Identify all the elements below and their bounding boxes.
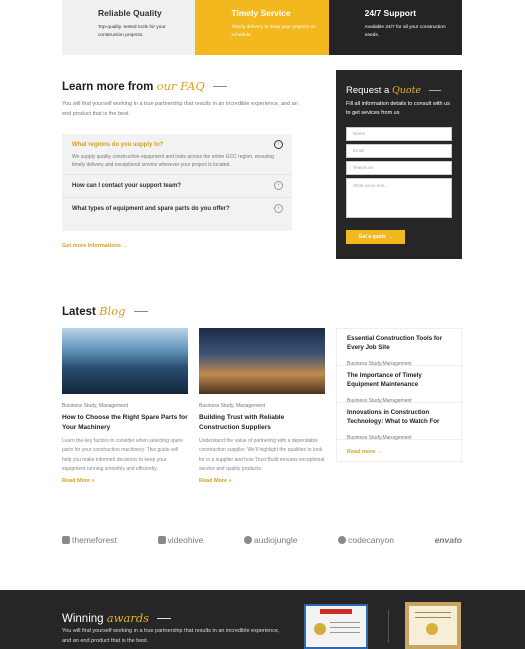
seal-icon <box>314 623 326 635</box>
blog-post-card[interactable]: Business Study, Management Building Trus… <box>199 328 325 484</box>
read-more-link[interactable]: Read More » <box>199 478 325 484</box>
faq-answer: We supply quality construction equipment… <box>72 154 274 168</box>
faq-heading-accent: our FAQ <box>156 79 205 93</box>
logo-text: envato <box>434 535 462 545</box>
certificate-inner <box>409 606 457 645</box>
themeforest-icon <box>62 536 70 544</box>
blog-post-image[interactable] <box>199 328 325 394</box>
feature-title: 24/7 Support <box>364 8 417 18</box>
recent-post-item[interactable]: Innovations in Construction Technology: … <box>337 403 461 441</box>
certificate-line <box>330 632 360 633</box>
feature-support: 24/7 Support Available 24/7 for all your… <box>328 0 462 55</box>
blog-post-category: Business Study, Management <box>62 403 129 409</box>
partner-logos: themeforest videohive audiojungle codeca… <box>62 535 462 545</box>
chevron-right-icon[interactable]: › <box>274 181 283 190</box>
recent-posts-list: Essential Construction Tools for Every J… <box>336 328 462 462</box>
faq-accordion: What regions do you supply to? ↑ We supp… <box>62 134 292 231</box>
heading-dash <box>213 86 227 88</box>
faq-item[interactable]: How can I contact your support team? › <box>62 174 292 197</box>
name-field[interactable]: Name <box>346 127 452 141</box>
features-strip: Reliable Quality Top-quality, tested too… <box>62 0 462 55</box>
feature-text: Available 24/7 for all your construction… <box>364 25 446 38</box>
more-info-link[interactable]: Get more Informations → <box>62 243 128 249</box>
recent-post-title[interactable]: Essential Construction Tools for Every J… <box>347 334 451 352</box>
message-field[interactable]: Write some text... <box>346 178 452 218</box>
recent-post-item[interactable]: The Importance of Timely Equipment Maint… <box>337 366 461 404</box>
recent-post-item[interactable]: Essential Construction Tools for Every J… <box>337 329 461 367</box>
certificate-image <box>405 602 461 649</box>
faq-intro: You will find yourself working in a true… <box>62 101 298 117</box>
faq-heading: Learn more from our FAQ <box>62 79 227 93</box>
logo-text: codecanyon <box>348 535 394 545</box>
recent-post-category: Business Study,Management <box>347 398 412 404</box>
email-field[interactable]: Email <box>346 144 452 158</box>
audiojungle-icon <box>244 536 253 544</box>
chevron-right-icon[interactable]: › <box>274 204 283 213</box>
certificate-image <box>304 604 368 649</box>
arrow-up-icon[interactable]: ↑ <box>274 140 283 149</box>
certificate-band <box>320 609 352 614</box>
feature-title: Reliable Quality <box>98 8 162 18</box>
blog-post-image[interactable] <box>62 328 188 394</box>
audiojungle-logo[interactable]: audiojungle <box>244 535 298 545</box>
envato-logo[interactable]: envato <box>435 535 462 545</box>
certificate-line <box>330 622 360 623</box>
certificate-line <box>415 612 451 613</box>
awards-heading-accent: awards <box>106 611 150 625</box>
feature-text: Top-quality, tested tools for your const… <box>98 25 166 38</box>
faq-item[interactable]: What regions do you supply to? ↑ We supp… <box>62 134 292 174</box>
awards-heading-text: Winning <box>62 613 104 625</box>
themeforest-logo[interactable]: themeforest <box>62 535 117 545</box>
faq-question[interactable]: How can I contact your support team? <box>72 175 282 197</box>
faq-item[interactable]: What types of equipment and spare parts … <box>62 197 292 220</box>
logo-text: themeforest <box>72 535 117 545</box>
logo-text: videohive <box>167 535 204 545</box>
heading-dash <box>157 618 172 620</box>
blog-heading-text: Latest <box>62 306 96 318</box>
codecanyon-icon <box>338 536 347 544</box>
certificate-line <box>415 617 451 618</box>
blog-post-excerpt: Learn the key factors to consider when s… <box>62 438 183 472</box>
blog-post-title[interactable]: Building Trust with Reliable Constructio… <box>199 413 325 433</box>
recent-post-category: Business Study,Management <box>347 435 412 441</box>
divider <box>388 610 389 643</box>
certificate-line <box>330 627 360 628</box>
heading-dash <box>428 89 441 91</box>
feature-reliable-quality: Reliable Quality Top-quality, tested too… <box>62 0 196 55</box>
awards-section: Winning awards You will find yourself wo… <box>0 590 525 649</box>
telephone-field[interactable]: Telephone <box>346 161 452 175</box>
quote-heading: Request a Quote <box>346 85 452 96</box>
read-more-link[interactable]: Read More » <box>62 478 188 484</box>
faq-question[interactable]: What types of equipment and spare parts … <box>72 198 282 220</box>
get-quote-button[interactable]: Get a quote → <box>346 230 405 244</box>
awards-heading: Winning awards <box>62 611 172 625</box>
seal-icon <box>426 623 438 635</box>
feature-timely-service: Timely Service Timely delivery to keep y… <box>195 0 329 55</box>
read-more-link[interactable]: Read more → <box>347 449 382 455</box>
blog-post-category: Business Study, Management <box>199 403 266 409</box>
blog-post-title[interactable]: How to Choose the Right Spare Parts for … <box>62 413 188 433</box>
videohive-logo[interactable]: videohive <box>157 535 204 545</box>
blog-post-excerpt: Understand the value of partnering with … <box>199 438 325 472</box>
feature-title: Timely Service <box>231 8 291 18</box>
quote-text: Fill all information details to consult … <box>346 101 450 116</box>
faq-heading-text: Learn more from <box>62 81 154 93</box>
blog-heading: Latest Blog <box>62 304 148 318</box>
feature-text: Timely delivery to keep your projects on… <box>231 25 316 38</box>
blog-post-card[interactable]: Business Study, Management How to Choose… <box>62 328 188 484</box>
quote-heading-text: Request a <box>346 85 390 96</box>
recent-post-title[interactable]: Innovations in Construction Technology: … <box>347 408 451 426</box>
awards-text: You will find yourself working in a true… <box>62 628 280 644</box>
quote-form: Request a Quote Fill all information det… <box>336 70 462 259</box>
codecanyon-logo[interactable]: codecanyon <box>338 535 394 545</box>
recent-post-category: Business Study,Management <box>347 361 412 367</box>
blog-heading-accent: Blog <box>99 304 126 318</box>
heading-dash <box>133 311 148 313</box>
videohive-icon <box>157 536 166 544</box>
logo-text: audiojungle <box>254 535 298 545</box>
recent-post-title[interactable]: The Importance of Timely Equipment Maint… <box>347 371 451 389</box>
quote-heading-accent: Quote <box>391 85 422 96</box>
